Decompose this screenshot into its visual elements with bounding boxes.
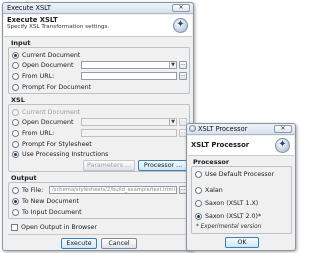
processor-close-button[interactable]: ✕ bbox=[274, 125, 292, 133]
input-open-document-radio[interactable] bbox=[12, 62, 19, 69]
chevron-down-icon: ▼ bbox=[169, 62, 176, 68]
xsl-from-url-radio[interactable] bbox=[12, 130, 19, 137]
input-current-document-label: Current Document bbox=[22, 52, 81, 59]
processor-option-saxon-1[interactable]: Saxon (XSLT 1.X) bbox=[195, 199, 289, 208]
output-new-document-label: To New Document bbox=[22, 198, 79, 205]
input-group-label: Input bbox=[11, 39, 31, 47]
processor-group-label: Processor bbox=[193, 158, 230, 166]
processor-option-radio[interactable] bbox=[195, 171, 202, 178]
xsl-prompt-option[interactable]: Prompt For Stylesheet bbox=[12, 140, 132, 149]
parameters-button[interactable]: Parameters ... bbox=[83, 160, 135, 171]
input-from-url-field[interactable] bbox=[81, 72, 177, 80]
processor-option-label: Xalan bbox=[205, 187, 223, 194]
processor-option-label: Saxon (XSLT 2.0)* bbox=[205, 213, 262, 220]
output-to-file-label: To File: bbox=[22, 187, 44, 194]
output-new-document-radio[interactable] bbox=[12, 198, 19, 205]
processor-button[interactable]: Processor ... bbox=[138, 160, 188, 171]
xsl-group-label: XSL bbox=[11, 96, 25, 104]
dialog-banner: Execute XSLT Specify XSL Transformation … bbox=[4, 15, 192, 37]
xsl-from-url-label: From URL: bbox=[22, 130, 55, 137]
processor-title-bar[interactable]: XSLT Processor ✕ bbox=[187, 124, 295, 135]
xsl-current-document-option[interactable]: Current Document bbox=[12, 108, 132, 117]
app-icon bbox=[189, 125, 196, 132]
xsl-open-document-radio[interactable] bbox=[12, 119, 19, 126]
xsl-use-pi-label: Use Processing Instructions bbox=[22, 151, 109, 158]
xsl-from-url-field[interactable] bbox=[81, 129, 177, 137]
processor-option-radio[interactable] bbox=[195, 200, 202, 207]
cancel-button[interactable]: Cancel bbox=[101, 238, 137, 249]
output-input-document-label: To Input Document bbox=[22, 209, 82, 216]
input-open-document-label: Open Document bbox=[22, 62, 74, 69]
processor-banner: XSLT Processor ✦ bbox=[188, 136, 294, 156]
input-prompt-option[interactable]: Prompt For Document bbox=[12, 83, 132, 92]
processor-banner-title: XSLT Processor bbox=[191, 141, 250, 149]
processor-option-label: Use Default Processor bbox=[205, 171, 275, 178]
close-button[interactable]: ✕ bbox=[172, 4, 190, 12]
xslt-processor-dialog: XSLT Processor ✕ XSLT Processor ✦ Proces… bbox=[186, 123, 296, 251]
open-in-browser-checkbox[interactable] bbox=[11, 224, 18, 231]
title-bar[interactable]: Execute XSLT ✕ bbox=[3, 3, 193, 14]
output-to-file-option[interactable]: To File: bbox=[12, 186, 50, 195]
xsl-from-url-option[interactable]: From URL: bbox=[12, 129, 72, 138]
execute-button[interactable]: Execute bbox=[61, 238, 97, 249]
output-group: To File: /schema/stylesheets/2/build_exa… bbox=[8, 182, 190, 219]
open-in-browser-label: Open Output in Browser bbox=[21, 224, 97, 231]
output-file-path-field[interactable]: /schema/stylesheets/2/build_example/test… bbox=[49, 186, 177, 194]
xsl-prompt-label: Prompt For Stylesheet bbox=[22, 141, 92, 148]
window-title: Execute XSLT bbox=[7, 4, 51, 12]
processor-option-label: Saxon (XSLT 1.X) bbox=[205, 200, 259, 207]
input-open-document-combo[interactable]: ▼ bbox=[81, 61, 177, 69]
xsl-open-document-option[interactable]: Open Document bbox=[12, 118, 74, 127]
open-in-browser-option[interactable]: Open Output in Browser bbox=[11, 223, 131, 232]
banner-title: Execute XSLT bbox=[7, 16, 58, 24]
processor-option-default[interactable]: Use Default Processor bbox=[195, 170, 289, 179]
chevron-down-icon: ▼ bbox=[169, 119, 176, 125]
xsl-current-document-label: Current Document bbox=[22, 109, 81, 116]
input-open-document-browse-button[interactable]: ... bbox=[179, 61, 187, 69]
input-prompt-radio[interactable] bbox=[12, 84, 19, 91]
xsl-open-document-label: Open Document bbox=[22, 119, 74, 126]
processor-option-radio[interactable] bbox=[195, 213, 202, 220]
input-from-url-browse-button[interactable]: ... bbox=[179, 72, 187, 80]
input-open-document-option[interactable]: Open Document bbox=[12, 61, 74, 70]
xsl-use-pi-radio[interactable] bbox=[12, 151, 19, 158]
execute-xslt-dialog: Execute XSLT ✕ Execute XSLT Specify XSL … bbox=[2, 2, 194, 251]
footer-separator bbox=[8, 234, 188, 235]
processor-option-radio[interactable] bbox=[195, 187, 202, 194]
banner-subtitle: Specify XSL Transformation settings. bbox=[7, 24, 110, 30]
output-input-document-option[interactable]: To Input Document bbox=[12, 208, 132, 217]
xsl-open-document-combo[interactable]: ▼ bbox=[81, 118, 177, 126]
input-from-url-radio[interactable] bbox=[12, 73, 19, 80]
output-to-file-radio[interactable] bbox=[12, 187, 19, 194]
gear-icon: ✦ bbox=[275, 138, 290, 153]
input-group: Current Document Open Document ▼ ... Fro… bbox=[8, 47, 190, 94]
experimental-note: * Experimental version bbox=[196, 224, 262, 230]
processor-window-title: XSLT Processor bbox=[198, 125, 248, 133]
xsl-prompt-radio[interactable] bbox=[12, 141, 19, 148]
processor-option-xalan[interactable]: Xalan bbox=[195, 186, 289, 195]
input-current-document-option[interactable]: Current Document bbox=[12, 51, 132, 60]
xsl-current-document-radio[interactable] bbox=[12, 109, 19, 116]
gear-icon: ✦ bbox=[173, 18, 188, 33]
input-current-document-radio[interactable] bbox=[12, 52, 19, 59]
output-new-document-option[interactable]: To New Document bbox=[12, 197, 132, 206]
input-prompt-label: Prompt For Document bbox=[22, 84, 92, 91]
processor-option-saxon-2[interactable]: Saxon (XSLT 2.0)* bbox=[195, 212, 289, 221]
xsl-use-pi-option[interactable]: Use Processing Instructions bbox=[12, 150, 132, 159]
input-from-url-label: From URL: bbox=[22, 73, 55, 80]
xsl-group: Current Document Open Document ▼ ... Fro… bbox=[8, 104, 190, 172]
output-input-document-radio[interactable] bbox=[12, 209, 19, 216]
ok-button[interactable]: OK bbox=[225, 237, 259, 248]
input-from-url-option[interactable]: From URL: bbox=[12, 72, 72, 81]
processor-group: Use Default Processor Xalan Saxon (XSLT … bbox=[191, 166, 292, 234]
output-group-label: Output bbox=[11, 174, 37, 182]
